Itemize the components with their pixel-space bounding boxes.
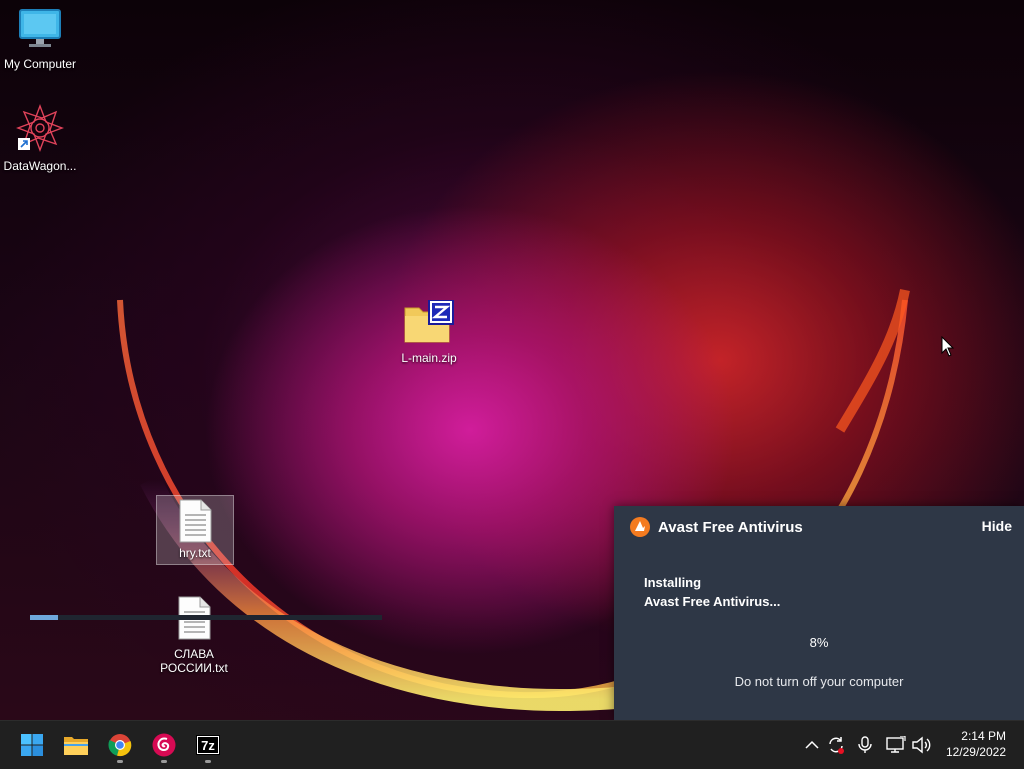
7zip-icon: 7z xyxy=(196,735,220,755)
taskbar-7zip[interactable]: 7z xyxy=(188,727,228,763)
avast-logo-icon xyxy=(630,517,650,537)
install-progress-bar xyxy=(30,615,382,620)
microphone-icon xyxy=(858,736,872,753)
tray-sync[interactable] xyxy=(826,735,846,755)
desktop-icon-l-main-zip[interactable]: L-main.zip xyxy=(389,299,469,365)
desktop: My Computer DataWagon... L-main.zip hry.… xyxy=(0,0,1024,720)
install-status-line: Installing xyxy=(644,575,702,590)
running-indicator xyxy=(117,760,123,763)
mouse-pointer-icon xyxy=(941,336,955,357)
tray-overflow-button[interactable] xyxy=(802,735,822,755)
toast-title: Avast Free Antivirus xyxy=(658,518,803,536)
7zip-icon-label: 7z xyxy=(201,738,215,753)
running-indicator xyxy=(161,760,167,763)
volume-icon xyxy=(912,736,931,754)
hide-button[interactable]: Hide xyxy=(982,518,1012,534)
install-progress-fill xyxy=(30,615,59,620)
install-note: Do not turn off your computer xyxy=(734,674,904,689)
sync-icon xyxy=(829,737,844,754)
chevron-up-icon xyxy=(805,740,819,749)
taskbar-clock[interactable]: 2:14 PM 12/29/2022 xyxy=(946,728,1006,760)
desktop-icon-hry-txt[interactable]: hry.txt xyxy=(156,495,234,565)
toast-header: Avast Free Antivirus xyxy=(630,516,803,538)
tray-microphone[interactable] xyxy=(855,735,875,755)
folder-icon xyxy=(64,737,88,755)
datawagon-shortcut-icon xyxy=(16,104,64,152)
install-status-line: Avast Free Antivirus... xyxy=(644,594,781,609)
debian-icon xyxy=(152,733,176,757)
desktop-icon-label: DataWagon... xyxy=(3,159,77,173)
desktop-icon-my-computer[interactable]: My Computer xyxy=(0,8,80,71)
clock-time: 2:14 PM xyxy=(961,729,1006,743)
avast-install-toast: Avast Free Antivirus Hide Installing Ava… xyxy=(614,506,1024,720)
taskbar-file-explorer[interactable] xyxy=(56,727,96,763)
zip-folder-icon xyxy=(404,299,454,343)
taskbar-chrome[interactable] xyxy=(100,727,140,763)
text-file-icon xyxy=(179,499,212,543)
desktop-icon-label: СЛАВА РОССИИ.txt xyxy=(154,647,234,675)
running-indicator xyxy=(205,760,211,763)
clock-date: 12/29/2022 xyxy=(945,745,1006,759)
install-status: Installing Avast Free Antivirus... xyxy=(644,573,780,611)
desktop-icon-datawagon[interactable]: DataWagon... xyxy=(0,104,80,173)
desktop-icon-label-line: РОССИИ.txt xyxy=(160,661,228,675)
monitor-icon xyxy=(19,9,61,47)
tray-volume[interactable] xyxy=(911,735,931,755)
progress-percent: 8% xyxy=(809,635,829,650)
desktop-icon-label: L-main.zip xyxy=(401,351,457,365)
windows-start-icon xyxy=(21,734,43,756)
taskbar-debian[interactable] xyxy=(144,727,184,763)
tray-network[interactable] xyxy=(886,735,906,755)
network-icon xyxy=(886,736,906,753)
taskbar: 7z 2:14 PM 12/29/2022 xyxy=(0,720,1024,769)
desktop-icon-label: My Computer xyxy=(3,57,77,71)
start-button[interactable] xyxy=(12,727,52,763)
desktop-icon-label: hry.txt xyxy=(179,546,211,560)
desktop-icon-slava-rossii-txt[interactable]: СЛАВА РОССИИ.txt xyxy=(154,596,234,675)
chrome-icon xyxy=(108,734,132,757)
desktop-icon-label-line: СЛАВА xyxy=(174,647,214,661)
